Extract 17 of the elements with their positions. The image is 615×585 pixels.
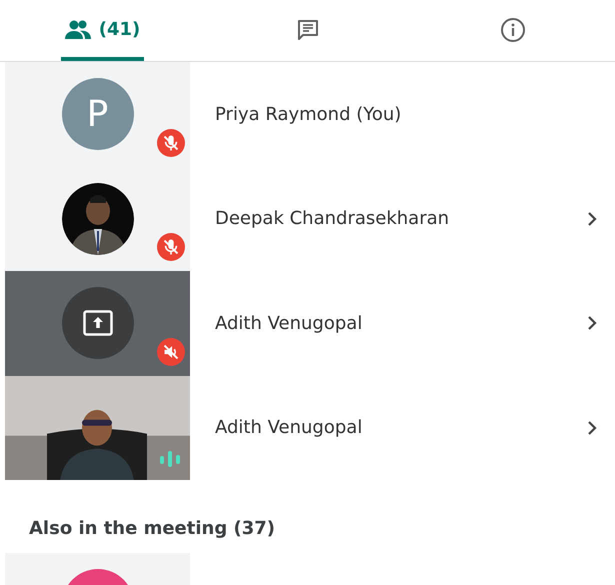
chevron-icon[interactable]: [587, 420, 597, 436]
chevron-icon[interactable]: [587, 315, 597, 332]
participant-name: Deepak Chandrasekharan: [215, 208, 450, 230]
chat-icon: [296, 18, 320, 42]
speaking-icon: [160, 450, 180, 468]
participant-name: Adith Venugopal: [215, 312, 364, 334]
muted-mic-icon: [157, 128, 185, 156]
participant-name: Priya Raymond (You): [215, 104, 402, 125]
muted-mic-icon: [157, 233, 185, 261]
section-heading: Also in the meeting (37): [29, 518, 276, 539]
participant-name: Adith Venugopal: [215, 417, 364, 438]
avatar-initial: P: [86, 94, 108, 135]
muted-speaker-icon: [157, 338, 185, 366]
chevron-icon[interactable]: [587, 210, 597, 227]
people-icon: [64, 20, 91, 40]
screen-share-icon: [82, 310, 112, 336]
info-icon: [500, 16, 526, 42]
